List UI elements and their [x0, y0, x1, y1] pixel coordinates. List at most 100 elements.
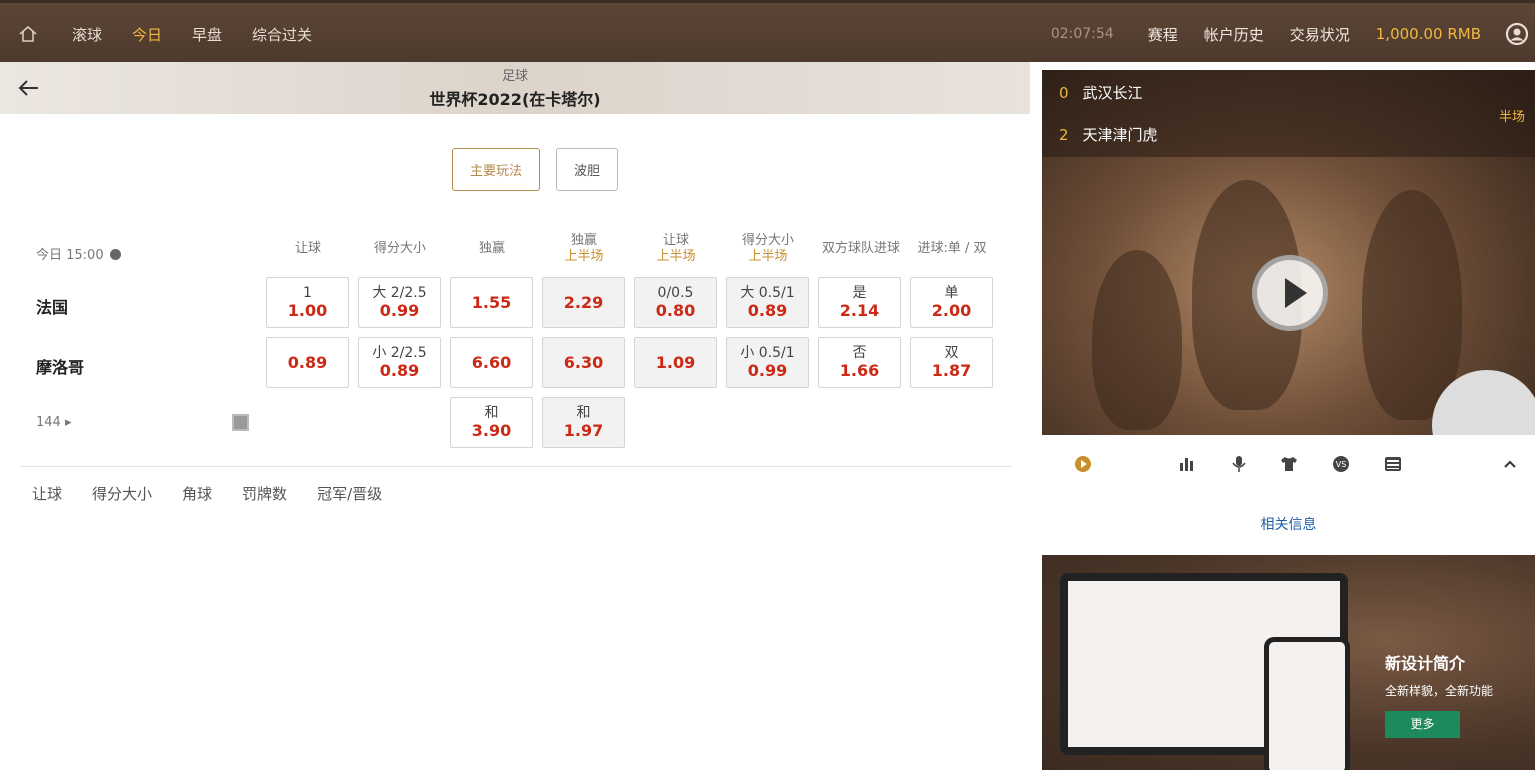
col-header-btts: 双方球队进球 — [812, 233, 910, 269]
phone-image — [1264, 637, 1350, 770]
col-header-label: 得分大小 — [741, 233, 794, 248]
live-score: 0 武汉长江 2 天津津门虎 半场 — [1042, 70, 1535, 157]
scoreboard-icon[interactable] — [1384, 455, 1402, 473]
odds-cell[interactable]: 和 1.97 — [542, 397, 625, 448]
home-team: 武汉长江 — [1082, 84, 1143, 102]
play-button[interactable] — [1252, 255, 1328, 331]
tab-handicap[interactable]: 让球 — [32, 483, 62, 504]
odds-cell[interactable]: 单 2.00 — [910, 277, 993, 328]
promo-title: 新设计简介 — [1385, 654, 1466, 673]
stats-icon[interactable] — [1178, 455, 1196, 473]
col-header-odd-even: 进球:单 / 双 — [910, 233, 994, 269]
user-icon[interactable] — [1505, 22, 1529, 46]
versus-icon[interactable]: VS — [1332, 455, 1350, 473]
odds-cell[interactable]: 小 2/2.5 0.89 — [358, 337, 441, 388]
odds-value: 6.30 — [563, 353, 604, 372]
field-icon[interactable] — [232, 414, 249, 431]
sport-label: 足球 — [501, 69, 528, 84]
odds-cell[interactable]: 双 1.87 — [910, 337, 993, 388]
col-header-sub: 上半场 — [656, 249, 696, 264]
odds-value: 1.66 — [839, 361, 880, 380]
odds-line: 否 — [852, 345, 867, 361]
odds-line: 小 0.5/1 — [740, 345, 795, 361]
video-figure — [1092, 250, 1182, 430]
nav-early[interactable]: 早盘 — [192, 24, 222, 45]
main-markets-button[interactable]: 主要玩法 — [451, 148, 540, 191]
odds-cell[interactable]: 1.09 — [634, 337, 717, 388]
odds-cell[interactable]: 6.30 — [542, 337, 625, 388]
tab-bookings[interactable]: 罚牌数 — [242, 483, 287, 504]
nav-live[interactable]: 滚球 — [72, 24, 102, 45]
side-panel: 0 武汉长江 2 天津津门虎 半场 VS 相关信息 新设计简介 全新样貌，全新功能 … — [1030, 62, 1535, 770]
balance[interactable]: 1,000.00 RMB — [1376, 25, 1481, 43]
odds-cell[interactable]: 否 1.66 — [818, 337, 901, 388]
tab-corners[interactable]: 角球 — [182, 483, 212, 504]
odds-line: 0/0.5 — [657, 285, 694, 301]
main-nav: 滚球 今日 早盘 综合过关 — [72, 3, 342, 65]
match-period: 半场 — [1498, 110, 1525, 125]
tab-over-under[interactable]: 得分大小 — [92, 483, 152, 504]
microphone-icon[interactable] — [1230, 455, 1248, 473]
odds-value: 2.00 — [931, 301, 972, 320]
odds-cell[interactable]: 1 1.00 — [266, 277, 349, 328]
odds-cell[interactable]: 2.29 — [542, 277, 625, 328]
odds-value: 1.09 — [655, 353, 696, 372]
promo-subtitle: 全新样貌，全新功能 — [1385, 684, 1494, 698]
odds-line: 大 2/2.5 — [372, 285, 427, 301]
panel-gutter — [1030, 62, 1042, 770]
nav-today[interactable]: 今日 — [132, 24, 162, 45]
col-header-handicap-1h: 让球 上半场 — [634, 233, 718, 269]
more-markets-count[interactable]: 144 ▸ — [36, 415, 72, 430]
col-header-label: 让球 — [662, 233, 689, 248]
play-icon[interactable] — [1074, 455, 1092, 473]
video-player[interactable]: 0 武汉长江 2 天津津门虎 半场 — [1042, 70, 1535, 435]
odds-value: 1.00 — [287, 301, 328, 320]
odds-cell[interactable]: 0/0.5 0.80 — [634, 277, 717, 328]
top-right-area: 02:07:54 赛程 帐户历史 交易状况 1,000.00 RMB — [1051, 3, 1535, 65]
odds-cell[interactable]: 大 0.5/1 0.89 — [726, 277, 809, 328]
back-arrow-icon[interactable] — [18, 78, 40, 98]
promo-banner: 新设计简介 全新样貌，全新功能 更多 — [1042, 555, 1535, 770]
odds-cell[interactable]: 6.60 — [450, 337, 533, 388]
home-score-row: 0 武汉长江 — [1059, 82, 1143, 103]
odds-cell[interactable]: 和 3.90 — [450, 397, 533, 448]
jersey-icon[interactable] — [1280, 455, 1298, 473]
odds-line: 小 2/2.5 — [372, 345, 427, 361]
kickoff-time: 今日 15:00 — [36, 244, 121, 263]
col-header-1x2-1h: 独赢 上半场 — [542, 233, 626, 269]
account-history-link[interactable]: 帐户历史 — [1204, 24, 1264, 45]
correct-score-button[interactable]: 波胆 — [556, 148, 619, 191]
home-icon[interactable] — [18, 24, 38, 44]
col-header-label: 让球 — [294, 241, 321, 256]
related-info-link[interactable]: 相关信息 — [1042, 514, 1535, 534]
odds-cell[interactable]: 小 0.5/1 0.99 — [726, 337, 809, 388]
odds-line: 大 0.5/1 — [740, 285, 795, 301]
odds-cell[interactable]: 1.55 — [450, 277, 533, 328]
chevron-up-icon[interactable] — [1501, 455, 1519, 473]
away-score: 2 — [1059, 126, 1069, 144]
market-toggle: 主要玩法 波胆 — [0, 148, 1030, 191]
main-content: 足球 世界杯2022(在卡塔尔) 主要玩法 波胆 今日 15:00 让球 得分大… — [0, 62, 1030, 770]
transaction-status-link[interactable]: 交易状况 — [1290, 24, 1350, 45]
odds-value: 0.89 — [747, 301, 788, 320]
away-team: 天津津门虎 — [1082, 126, 1158, 144]
odds-value: 0.80 — [655, 301, 696, 320]
tab-outright[interactable]: 冠军/晋级 — [317, 483, 382, 504]
divider — [20, 466, 1012, 467]
home-score: 0 — [1059, 84, 1069, 102]
odds-cell[interactable]: 是 2.14 — [818, 277, 901, 328]
promo-more-button[interactable]: 更多 — [1385, 711, 1460, 738]
odds-cell[interactable]: 0.89 — [266, 337, 349, 388]
odds-value: 0.89 — [287, 353, 328, 372]
col-header-handicap: 让球 — [266, 233, 350, 269]
odds-value: 0.89 — [379, 361, 420, 380]
odds-cell[interactable]: 大 2/2.5 0.99 — [358, 277, 441, 328]
schedule-link[interactable]: 赛程 — [1148, 24, 1178, 45]
market-tabs: 让球 得分大小 角球 罚牌数 冠军/晋级 — [32, 483, 412, 504]
col-header-sub: 上半场 — [748, 249, 788, 264]
nav-parlay[interactable]: 综合过关 — [252, 24, 312, 45]
clock: 02:07:54 — [1050, 26, 1114, 42]
odds-value: 2.14 — [839, 301, 880, 320]
col-header-sub: 上半场 — [564, 249, 604, 264]
odds-value: 1.87 — [931, 361, 972, 380]
